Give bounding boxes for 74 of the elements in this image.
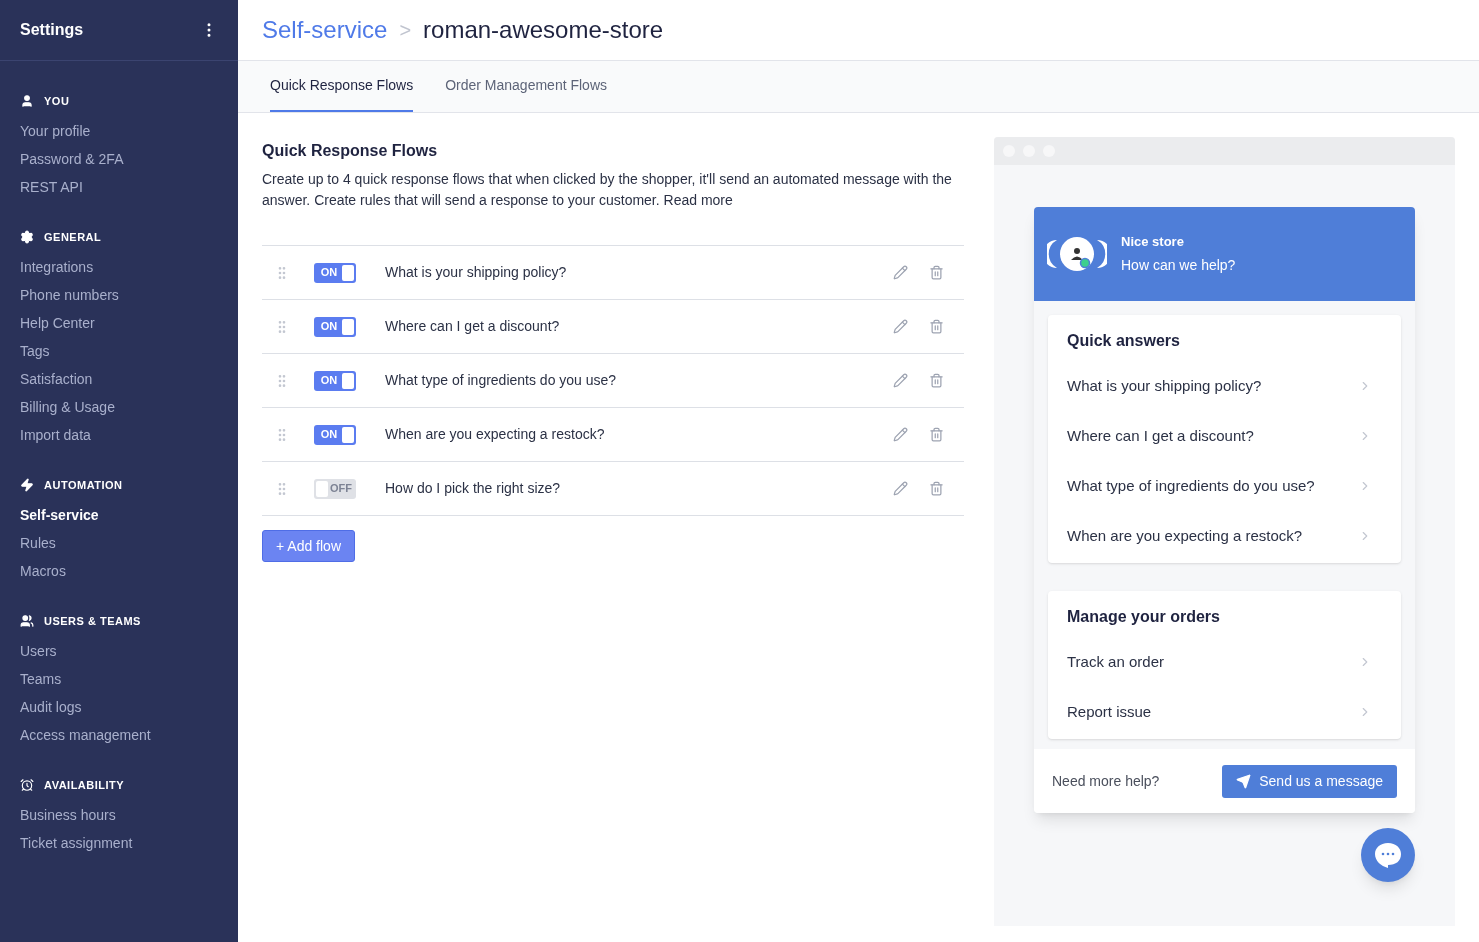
toggle-switch[interactable]: ON — [314, 424, 356, 445]
alarm-clock-icon — [20, 778, 34, 792]
flow-question: When are you expecting a restock? — [385, 425, 606, 444]
sidebar-link[interactable]: Audit logs — [0, 693, 238, 721]
sidebar-link[interactable]: Billing & Usage — [0, 393, 238, 421]
sidebar-link[interactable]: Business hours — [0, 801, 238, 829]
section-description: Create up to 4 quick response flows that when clicked by the shopper, it'll send an automated message with the answer. Create rules that will send a response to your customer. Read more — [262, 170, 953, 210]
flow-question: What type of ingredients do you use? — [385, 371, 618, 390]
sidebar-link[interactable]: Integrations — [0, 253, 238, 281]
edit-icon[interactable] — [893, 481, 908, 496]
sidebar-title: Settings — [20, 20, 84, 40]
delete-icon[interactable] — [929, 481, 944, 496]
tab[interactable]: Order Management Flows — [445, 61, 607, 112]
sidebar-link[interactable]: Users — [0, 637, 238, 665]
section-heading: AUTOMATION — [44, 477, 123, 493]
paper-plane-icon — [1236, 773, 1252, 789]
sidebar-link[interactable]: Ticket assignment — [0, 829, 238, 857]
delete-icon[interactable] — [929, 373, 944, 388]
sidebar-link[interactable]: Rules — [0, 529, 238, 557]
breadcrumb-separator: > — [399, 18, 412, 43]
card-title: Quick answers — [1067, 331, 1181, 351]
answer-item[interactable]: Report issue — [1067, 687, 1382, 737]
section-heading: YOU — [44, 93, 70, 109]
sidebar-link[interactable]: Phone numbers — [0, 281, 238, 309]
toggle-switch[interactable]: ON — [314, 262, 356, 283]
section-heading: USERS & TEAMS — [44, 613, 141, 629]
edit-icon[interactable] — [893, 319, 908, 334]
sidebar-link[interactable]: Teams — [0, 665, 238, 693]
sidebar-link[interactable]: Password & 2FA — [0, 145, 238, 173]
sidebar-link[interactable]: Self-service — [0, 501, 238, 529]
flow-question: What is your shipping policy? — [385, 263, 568, 282]
flow-question: Where can I get a discount? — [385, 317, 561, 336]
sidebar-link[interactable]: Tags — [0, 337, 238, 365]
answer-item[interactable]: What is your shipping policy? — [1067, 361, 1382, 411]
sidebar-link[interactable]: Import data — [0, 421, 238, 449]
section-heading: AVAILABILITY — [44, 777, 125, 793]
read-more-link[interactable]: Read more — [663, 192, 733, 208]
lightning-icon — [20, 478, 34, 492]
chat-greeting: How can we help? — [1121, 255, 1236, 275]
store-name: Nice store — [1121, 233, 1185, 252]
chat-launcher-button[interactable] — [1361, 828, 1415, 882]
avatar-icon — [1047, 234, 1107, 274]
card-title: Manage your orders — [1067, 607, 1221, 627]
toggle-switch[interactable]: ON — [314, 370, 356, 391]
chat-bubble-icon — [1373, 841, 1403, 869]
toggle-switch[interactable]: ON — [314, 316, 356, 337]
edit-icon[interactable] — [893, 373, 908, 388]
add-flow-button[interactable]: + Add flow — [262, 530, 355, 562]
edit-icon[interactable] — [893, 265, 908, 280]
help-text: Need more help? — [1052, 771, 1160, 791]
page-title: roman-awesome-store — [423, 15, 664, 45]
section-title: Quick Response Flows — [262, 141, 439, 161]
people-icon — [20, 614, 34, 628]
flow-question: How do I pick the right size? — [385, 479, 562, 498]
breadcrumb-link[interactable]: Self-service — [262, 12, 388, 48]
section-heading: GENERAL — [44, 229, 102, 245]
answer-item[interactable]: Track an order — [1067, 637, 1382, 687]
answer-item[interactable]: What type of ingredients do you use? — [1067, 461, 1382, 511]
answer-item[interactable]: Where can I get a discount? — [1067, 411, 1382, 461]
gear-icon — [20, 230, 34, 244]
sidebar-link[interactable]: Help Center — [0, 309, 238, 337]
delete-icon[interactable] — [929, 319, 944, 334]
sidebar-link[interactable]: Satisfaction — [0, 365, 238, 393]
sidebar-link[interactable]: Your profile — [0, 117, 238, 145]
sidebar-link[interactable]: Macros — [0, 557, 238, 585]
tab[interactable]: Quick Response Flows — [270, 61, 414, 112]
delete-icon[interactable] — [929, 265, 944, 280]
sidebar-link[interactable]: REST API — [0, 173, 238, 201]
send-message-button[interactable]: Send us a message — [1222, 764, 1397, 798]
edit-icon[interactable] — [893, 427, 908, 442]
delete-icon[interactable] — [929, 427, 944, 442]
sidebar-link[interactable]: Access management — [0, 721, 238, 749]
answer-item[interactable]: When are you expecting a restock? — [1067, 511, 1382, 561]
person-icon — [20, 94, 34, 108]
